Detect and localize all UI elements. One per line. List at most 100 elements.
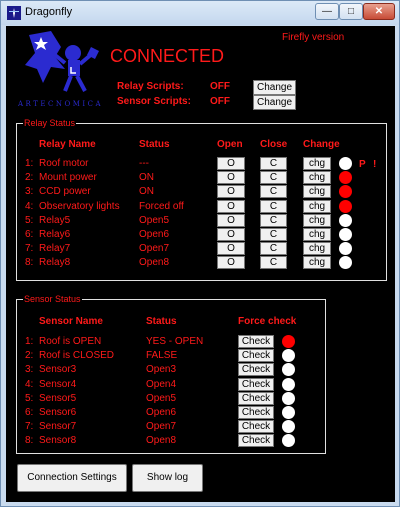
relay-status: Open8 bbox=[139, 257, 170, 269]
relay-number: 5: bbox=[25, 214, 34, 226]
sensor-scripts-change-button[interactable]: Change bbox=[253, 95, 296, 110]
relay-open-button[interactable]: O bbox=[217, 171, 245, 185]
sensor-name: Sensor7 bbox=[39, 421, 77, 433]
relay-open-button[interactable]: O bbox=[217, 213, 245, 227]
sensor-status-header: Status bbox=[146, 316, 177, 327]
sensor-scripts-status: OFF bbox=[210, 96, 230, 107]
relay-change-button[interactable]: chg bbox=[303, 242, 331, 256]
relay-change-button[interactable]: chg bbox=[303, 256, 331, 270]
relay-close-header: Close bbox=[260, 139, 288, 150]
relay-close-button[interactable]: C bbox=[260, 199, 287, 213]
maximize-button[interactable]: □ bbox=[339, 3, 363, 20]
relay-open-header: Open bbox=[217, 139, 243, 150]
connection-settings-button[interactable]: Connection Settings bbox=[17, 464, 127, 492]
relay-change-button[interactable]: chg bbox=[303, 171, 331, 185]
relay-indicator-icon bbox=[339, 213, 352, 227]
relay-number: 4: bbox=[25, 200, 34, 212]
sensor-status: YES - OPEN bbox=[146, 336, 204, 347]
title-bar[interactable]: Dragonfly — □ ✕ bbox=[1, 1, 399, 25]
artecnomica-logo-icon bbox=[25, 31, 99, 92]
sensor-indicator-icon bbox=[282, 335, 295, 348]
relay-change-button[interactable]: chg bbox=[303, 157, 331, 170]
sensor-number: 7: bbox=[25, 421, 34, 433]
relay-close-button[interactable]: C bbox=[260, 242, 287, 256]
relay-status: Open6 bbox=[139, 229, 170, 240]
relay-scripts-label: Relay Scripts: bbox=[117, 81, 184, 92]
sensor-name: Sensor8 bbox=[39, 435, 77, 447]
sensor-name: Sensor3 bbox=[39, 364, 77, 376]
sensor-indicator-icon bbox=[282, 391, 295, 405]
relay-open-button[interactable]: O bbox=[217, 185, 245, 199]
sensor-indicator-icon bbox=[282, 406, 295, 419]
sensor-name: Roof is OPEN bbox=[39, 336, 102, 347]
relay-name: Relay7 bbox=[39, 243, 71, 255]
relay-open-button[interactable]: O bbox=[217, 199, 245, 213]
relay-open-button[interactable]: O bbox=[217, 228, 245, 241]
sensor-name-header: Sensor Name bbox=[39, 316, 103, 327]
relay-open-button[interactable]: O bbox=[217, 256, 245, 270]
relay-number: 7: bbox=[25, 243, 34, 255]
relay-close-button[interactable]: C bbox=[260, 228, 287, 241]
relay-name-header: Relay Name bbox=[39, 139, 96, 150]
sensor-name: Roof is CLOSED bbox=[39, 350, 115, 362]
sensor-number: 4: bbox=[25, 378, 34, 390]
window-title: Dragonfly bbox=[25, 6, 73, 18]
relay-change-button[interactable]: chg bbox=[303, 199, 331, 213]
sensor-check-button[interactable]: Check bbox=[238, 434, 274, 448]
relay-number: 6: bbox=[25, 229, 34, 240]
logo-text: ARTECNOMICA bbox=[18, 100, 104, 108]
relay-open-button[interactable]: O bbox=[217, 157, 245, 170]
relay-flag-alert: ! bbox=[373, 159, 377, 170]
relay-name: Relay8 bbox=[39, 257, 71, 269]
sensor-status: Open7 bbox=[146, 421, 177, 433]
relay-name: CCD power bbox=[39, 186, 91, 198]
relay-close-button[interactable]: C bbox=[260, 185, 287, 199]
sensor-status: Open6 bbox=[146, 407, 177, 418]
close-button[interactable]: ✕ bbox=[363, 3, 395, 20]
relay-indicator-icon bbox=[339, 228, 352, 241]
sensor-check-button[interactable]: Check bbox=[238, 335, 274, 348]
relay-status: Open7 bbox=[139, 243, 170, 255]
relay-status-header: Status bbox=[139, 139, 170, 150]
sensor-status-group-title: Sensor Status bbox=[23, 294, 82, 305]
dragonfly-app-icon bbox=[7, 6, 21, 20]
relay-number: 2: bbox=[25, 172, 34, 184]
show-log-button[interactable]: Show log bbox=[132, 464, 203, 492]
sensor-check-button[interactable]: Check bbox=[238, 420, 274, 434]
sensor-name: Sensor6 bbox=[39, 407, 77, 418]
sensor-name: Sensor4 bbox=[39, 378, 77, 390]
relay-close-button[interactable]: C bbox=[260, 171, 287, 185]
relay-open-button[interactable]: O bbox=[217, 242, 245, 256]
app-window: Dragonfly — □ ✕ ARTECNOMICA CONNECTED Fi… bbox=[0, 0, 400, 507]
firefly-version-label: Firefly version bbox=[282, 32, 345, 43]
sensor-status: Open5 bbox=[146, 392, 177, 404]
relay-status-group-title: Relay Status bbox=[23, 118, 77, 129]
sensor-status: FALSE bbox=[146, 350, 178, 362]
relay-status: --- bbox=[139, 158, 149, 169]
sensor-number: 5: bbox=[25, 392, 34, 404]
relay-name: Mount power bbox=[39, 172, 97, 184]
sensor-check-button[interactable]: Check bbox=[238, 349, 274, 363]
minimize-button[interactable]: — bbox=[315, 3, 339, 20]
sensor-number: 2: bbox=[25, 350, 34, 362]
sensor-check-button[interactable]: Check bbox=[238, 406, 274, 419]
sensor-check-button[interactable]: Check bbox=[238, 363, 274, 377]
relay-close-button[interactable]: C bbox=[260, 256, 287, 270]
relay-close-button[interactable]: C bbox=[260, 213, 287, 227]
sensor-check-button[interactable]: Check bbox=[238, 391, 274, 405]
sensor-status: Open3 bbox=[146, 364, 177, 376]
relay-change-button[interactable]: chg bbox=[303, 213, 331, 227]
sensor-scripts-label: Sensor Scripts: bbox=[117, 96, 191, 107]
relay-change-button[interactable]: chg bbox=[303, 228, 331, 241]
relay-change-button[interactable]: chg bbox=[303, 185, 331, 199]
relay-close-button[interactable]: C bbox=[260, 157, 287, 170]
relay-scripts-change-button[interactable]: Change bbox=[253, 80, 296, 95]
sensor-check-button[interactable]: Check bbox=[238, 377, 274, 391]
relay-status: ON bbox=[139, 186, 154, 198]
sensor-indicator-icon bbox=[282, 377, 295, 391]
relay-number: 3: bbox=[25, 186, 34, 198]
sensor-number: 6: bbox=[25, 407, 34, 418]
relay-status: Open5 bbox=[139, 214, 170, 226]
sensor-name: Sensor5 bbox=[39, 392, 77, 404]
relay-status: ON bbox=[139, 172, 154, 184]
